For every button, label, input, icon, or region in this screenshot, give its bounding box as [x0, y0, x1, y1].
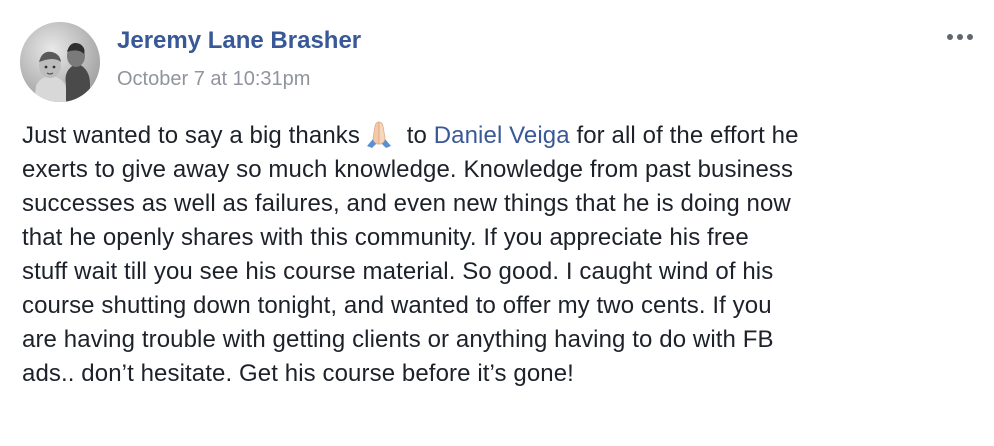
- post-line: course shutting down tonight, and wanted…: [22, 292, 772, 319]
- more-options-icon: [947, 34, 973, 40]
- post-line: successes as well as failures, and even …: [22, 190, 791, 217]
- post-line: ads.. don’t hesitate. Get his course bef…: [22, 360, 574, 387]
- post-text: Just wanted to say a big thanks: [22, 122, 360, 149]
- post-text: to: [399, 122, 434, 149]
- post-line: that he openly shares with this communit…: [22, 224, 749, 251]
- post-body: Just wanted to say a big thanks to Danie…: [22, 119, 972, 391]
- avatar-photo: [20, 22, 100, 102]
- post-line: Just wanted to say a big thanks to Danie…: [22, 119, 972, 153]
- post-card: Jeremy Lane Brasher October 7 at 10:31pm…: [0, 0, 994, 446]
- post-line: stuff wait till you see his course mater…: [22, 258, 774, 285]
- more-options-button[interactable]: [944, 26, 976, 48]
- post-text: for all of the effort he: [569, 122, 799, 149]
- post-line: exerts to give away so much knowledge. K…: [22, 156, 794, 183]
- author-name[interactable]: Jeremy Lane Brasher: [117, 27, 361, 55]
- folded-hands-icon: [364, 119, 394, 149]
- post-timestamp[interactable]: October 7 at 10:31pm: [117, 68, 310, 91]
- post-line: are having trouble with getting clients …: [22, 326, 774, 353]
- mention-link[interactable]: Daniel Veiga: [434, 122, 570, 149]
- avatar[interactable]: [20, 22, 100, 102]
